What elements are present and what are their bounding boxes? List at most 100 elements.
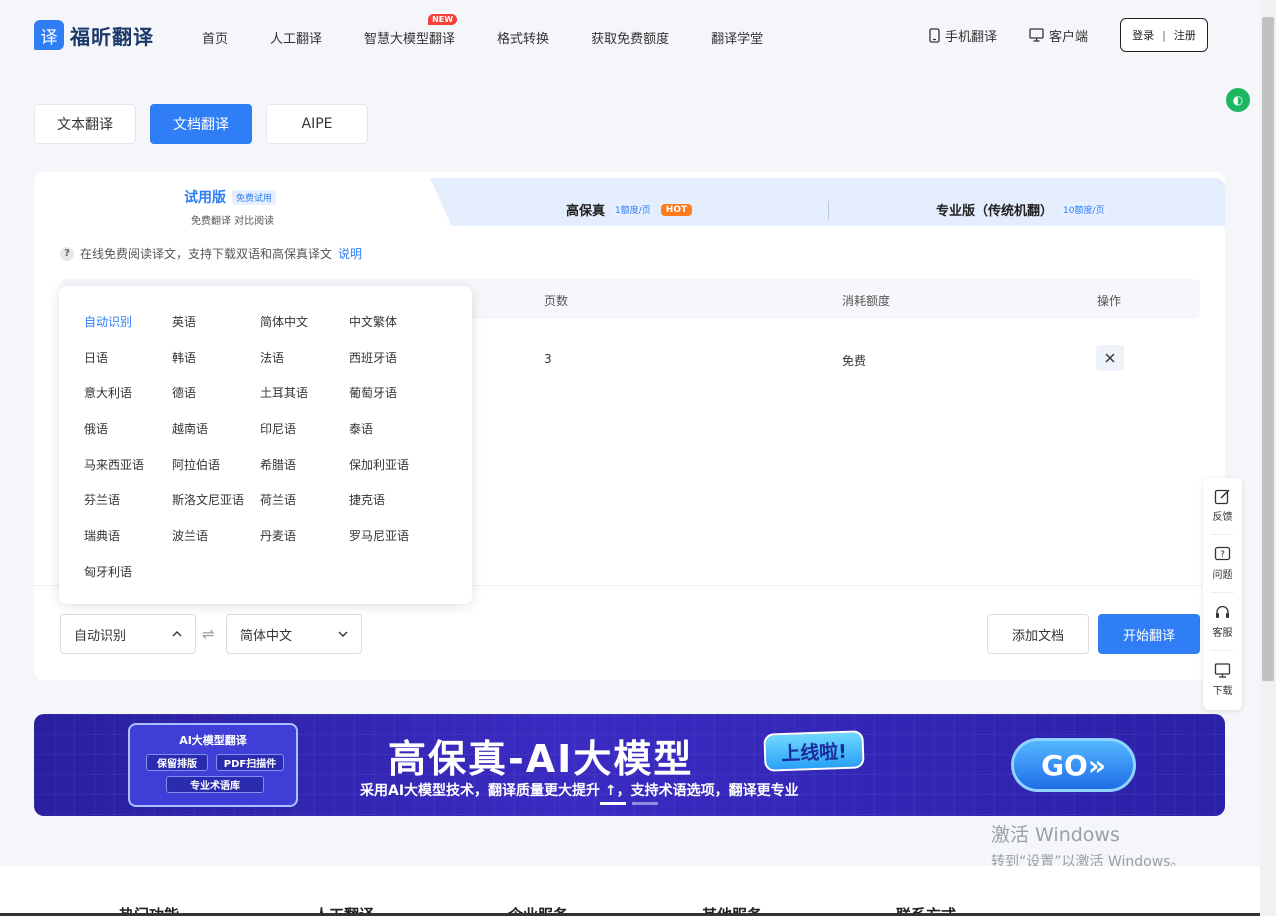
nav-llm-translation[interactable]: 智慧大模型翻译 NEW xyxy=(364,14,458,47)
mode-tabs: 文本翻译 文档翻译 AIPE xyxy=(34,104,368,144)
add-document-button[interactable]: 添加文档 xyxy=(987,614,1089,654)
language-option[interactable]: 印尼语 xyxy=(260,420,349,438)
hint-explain-link[interactable]: 说明 xyxy=(338,245,362,262)
target-language-value: 简体中文 xyxy=(240,628,293,644)
nav-format-convert[interactable]: 格式转换 xyxy=(497,28,549,47)
language-option[interactable]: 波兰语 xyxy=(172,527,260,545)
language-option[interactable]: 日语 xyxy=(84,349,172,367)
trial-title: 试用版 免费试用 xyxy=(184,187,277,207)
login-register-button[interactable]: 登录 | 注册 xyxy=(1120,18,1208,52)
language-option[interactable]: 希腊语 xyxy=(260,456,349,474)
side-feedback[interactable]: 反馈 xyxy=(1203,488,1242,523)
register-link[interactable]: 注册 xyxy=(1174,27,1196,43)
language-option[interactable]: 德语 xyxy=(172,384,260,402)
tab-doc-translate[interactable]: 文档翻译 xyxy=(150,104,252,144)
monitor-icon xyxy=(1029,28,1044,42)
nav-home[interactable]: 首页 xyxy=(202,28,228,47)
side-questions[interactable]: ? 问题 xyxy=(1203,546,1242,581)
pro-label: 专业版（传统机翻） xyxy=(936,204,1054,219)
language-option[interactable]: 捷克语 xyxy=(349,491,438,509)
edit-icon xyxy=(1214,489,1230,505)
language-option[interactable]: 荷兰语 xyxy=(260,491,349,509)
tab-aipe[interactable]: AIPE xyxy=(266,104,368,144)
side-divider xyxy=(1211,534,1234,535)
side-customer-service-label: 客服 xyxy=(1212,628,1233,639)
login-link[interactable]: 登录 xyxy=(1132,27,1154,43)
language-option[interactable]: 土耳其语 xyxy=(260,384,349,402)
delete-file-button[interactable] xyxy=(1096,345,1124,371)
swap-language-icon[interactable]: ⇌ xyxy=(202,625,215,643)
language-option[interactable]: 泰语 xyxy=(349,420,438,438)
logo[interactable]: 译 福昕翻译 xyxy=(34,20,154,50)
language-option[interactable]: 斯洛文尼亚语 xyxy=(172,491,260,509)
chip-tag: 保留排版 xyxy=(146,754,208,771)
target-language-select[interactable]: 简体中文 xyxy=(226,614,362,654)
language-option[interactable]: 保加利亚语 xyxy=(349,456,438,474)
windows-activation-watermark: 激活 Windows 转到“设置”以激活 Windows。 xyxy=(991,820,1184,871)
source-language-select[interactable]: 自动识别 xyxy=(60,614,196,654)
side-download[interactable]: 下载 xyxy=(1203,662,1242,697)
client-link[interactable]: 客户端 xyxy=(1029,26,1088,45)
language-option[interactable]: 韩语 xyxy=(172,349,260,367)
language-option[interactable]: 丹麦语 xyxy=(260,527,349,545)
side-divider xyxy=(1211,650,1234,651)
th-cost: 消耗额度 xyxy=(842,294,891,308)
language-option[interactable]: 越南语 xyxy=(172,420,260,438)
language-option[interactable]: 葡萄牙语 xyxy=(349,384,438,402)
language-option[interactable]: 阿拉伯语 xyxy=(172,456,260,474)
start-translate-button[interactable]: 开始翻译 xyxy=(1098,614,1200,654)
banner-dot[interactable] xyxy=(600,802,626,805)
scrollbar-thumb[interactable] xyxy=(1262,17,1274,681)
banner-pagination xyxy=(600,802,658,805)
banner-subtitle: 采用AI大模型技术，翻译质量更大提升 ↑，支持术语选项，翻译更专业 xyxy=(360,783,799,799)
nav-academy[interactable]: 翻译学堂 xyxy=(711,28,763,47)
banner-dot[interactable] xyxy=(632,802,658,805)
question-bubble-icon: ? xyxy=(1214,546,1231,561)
floating-assistant-icon[interactable]: ◐ xyxy=(1226,88,1250,112)
language-option[interactable]: 简体中文 xyxy=(260,313,349,331)
version-tab-pro[interactable]: 专业版（传统机翻） 10额度/页 xyxy=(936,200,1109,219)
version-tab-hifi[interactable]: 高保真 1额度/页 HOT xyxy=(566,200,693,219)
language-option[interactable]: 匈牙利语 xyxy=(84,563,172,581)
tab-text-translate[interactable]: 文本翻译 xyxy=(34,104,136,144)
language-option[interactable]: 西班牙语 xyxy=(349,349,438,367)
side-questions-label: 问题 xyxy=(1212,570,1233,581)
hint-line: ? 在线免费阅读译文，支持下载双语和高保真译文 说明 xyxy=(60,245,362,262)
banner-chip: AI大模型翻译 保留排版 PDF扫描件 专业术语库 xyxy=(128,723,298,807)
mobile-translate-link[interactable]: 手机翻译 xyxy=(929,26,997,45)
banner-go-button[interactable]: GO» xyxy=(1011,738,1136,792)
side-download-label: 下载 xyxy=(1212,686,1233,697)
language-option[interactable]: 马来西亚语 xyxy=(84,456,172,474)
language-option[interactable]: 俄语 xyxy=(84,420,172,438)
hot-badge: HOT xyxy=(660,203,693,216)
td-pages: 3 xyxy=(544,352,552,366)
language-option[interactable]: 意大利语 xyxy=(84,384,172,402)
login-separator: | xyxy=(1162,28,1166,42)
side-toolbar: 反馈 ? 问题 客服 下载 xyxy=(1203,478,1242,710)
promo-banner[interactable]: AI大模型翻译 保留排版 PDF扫描件 专业术语库 高保真-AI大模型 上线啦!… xyxy=(34,714,1225,816)
language-option[interactable]: 法语 xyxy=(260,349,349,367)
client-label: 客户端 xyxy=(1048,29,1088,45)
hifi-label: 高保真 xyxy=(566,204,606,219)
new-badge: NEW xyxy=(428,14,458,25)
language-option[interactable]: 瑞典语 xyxy=(84,527,172,545)
th-pages: 页数 xyxy=(544,294,569,308)
language-option[interactable]: 芬兰语 xyxy=(84,491,172,509)
chevron-up-icon xyxy=(172,631,182,637)
pro-tag: 10额度/页 xyxy=(1059,202,1109,217)
language-option[interactable]: 罗马尼亚语 xyxy=(349,527,438,545)
watermark-line1: 激活 Windows xyxy=(991,824,1120,846)
monitor-icon xyxy=(1214,663,1231,678)
hifi-tag: 1额度/页 xyxy=(611,202,655,217)
nav-llm-translation-label: 智慧大模型翻译 xyxy=(364,32,456,47)
chip-title: AI大模型翻译 xyxy=(179,734,247,747)
header-right: 手机翻译 客户端 登录 | 注册 xyxy=(929,18,1208,52)
language-option[interactable]: 英语 xyxy=(172,313,260,331)
nav-free-quota[interactable]: 获取免费额度 xyxy=(591,28,669,47)
side-customer-service[interactable]: 客服 xyxy=(1203,604,1242,639)
language-option[interactable]: 中文繁体 xyxy=(349,313,438,331)
language-option[interactable]: 自动识别 xyxy=(84,313,172,331)
language-grid: 自动识别 英语 简体中文 中文繁体日语 韩语 法语 西班牙语意大利语 德语 土耳其语 葡萄牙语俄语… xyxy=(84,313,438,581)
svg-text:?: ? xyxy=(1220,550,1225,560)
nav-human-translation[interactable]: 人工翻译 xyxy=(270,28,322,47)
